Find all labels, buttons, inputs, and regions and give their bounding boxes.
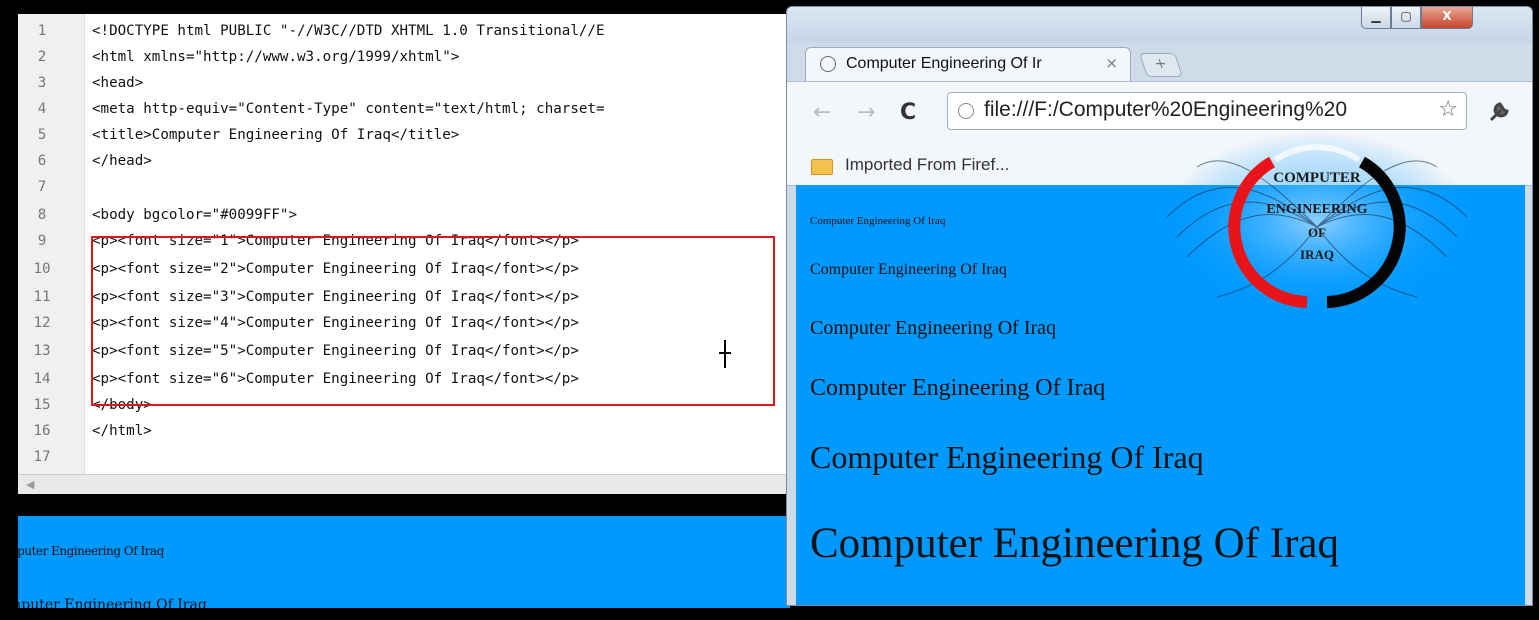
- line-number: 13: [33, 343, 51, 359]
- maximize-icon[interactable]: ▢: [1391, 7, 1421, 29]
- folder-icon[interactable]: [811, 159, 833, 175]
- wrench-menu-icon[interactable]: [1487, 98, 1513, 130]
- line-number: 16: [33, 423, 51, 439]
- horizontal-scrollbar[interactable]: ◀: [18, 474, 790, 494]
- code-line[interactable]: 17: [18, 444, 790, 470]
- line-number: 5: [37, 127, 47, 143]
- line-number: 12: [33, 315, 51, 331]
- globe-icon: [820, 56, 836, 72]
- page-text-size-4: Computer Engineering Of Iraq: [810, 375, 1106, 401]
- preview-text-size-2: mputer Engineering Of Iraq: [18, 597, 207, 608]
- code-line[interactable]: 6 </head>: [18, 148, 790, 174]
- tab-title: Computer Engineering Of Ir: [846, 55, 1042, 72]
- title-bar: ▁ ▢ X: [787, 7, 1532, 43]
- code-text: </html>: [92, 423, 152, 439]
- code-line[interactable]: 16 </html>: [18, 418, 790, 444]
- back-arrow-icon[interactable]: ←: [813, 100, 831, 125]
- code-line[interactable]: 1 <!DOCTYPE html PUBLIC "-//W3C//DTD XHTM…: [18, 18, 790, 44]
- code-text: <head>: [92, 75, 144, 91]
- logo-text-line2: ENGINEERING: [1266, 202, 1367, 217]
- page-text-size-3: Computer Engineering Of Iraq: [810, 317, 1057, 339]
- close-icon[interactable]: X: [1421, 7, 1473, 29]
- code-line[interactable]: 3 <head>: [18, 70, 790, 96]
- line-number: 3: [37, 75, 47, 91]
- code-line[interactable]: 2 <html xmlns="http://www.w3.org/1999/xht…: [18, 44, 790, 70]
- code-text: <body bgcolor="#0099FF">: [92, 207, 297, 223]
- design-preview-pane: nputer Engineering Of Iraq mputer Engine…: [18, 516, 790, 608]
- browser-tab[interactable]: Computer Engineering Of Ir ×: [805, 47, 1131, 81]
- logo-text-line4: IRAQ: [1300, 247, 1334, 262]
- minimize-icon[interactable]: ▁: [1361, 7, 1391, 29]
- logo-text-line3: OF: [1308, 225, 1326, 240]
- code-text: <!DOCTYPE html PUBLIC "-//W3C//DTD XHTML…: [92, 23, 605, 39]
- browser-window: ▁ ▢ X Computer Engineering Of Ir × + ← →…: [786, 6, 1533, 606]
- code-text: <meta http-equiv="Content-Type" content=…: [92, 101, 605, 117]
- code-text: <html xmlns="http://www.w3.org/1999/xhtm…: [92, 49, 460, 65]
- reload-icon[interactable]: C: [900, 100, 916, 125]
- preview-text-size-1: nputer Engineering Of Iraq: [18, 544, 164, 558]
- line-number: 9: [37, 233, 47, 249]
- line-number: 7: [37, 179, 47, 195]
- page-text-size-2: Computer Engineering Of Iraq: [810, 261, 1007, 278]
- code-text: <title>Computer Engineering Of Iraq</tit…: [92, 127, 460, 143]
- computer-engineering-logo: COMPUTER ENGINEERING OF IRAQ: [1157, 127, 1477, 327]
- line-number: 17: [33, 449, 51, 465]
- page-text-size-5: Computer Engineering Of Iraq: [810, 439, 1204, 475]
- address-bar[interactable]: file:///F:/Computer%20Engineering%20 ☆: [947, 92, 1467, 130]
- url-text[interactable]: file:///F:/Computer%20Engineering%20: [984, 98, 1434, 122]
- line-number: 1: [37, 23, 47, 39]
- line-number: 15: [33, 397, 51, 413]
- page-info-icon[interactable]: [958, 103, 974, 119]
- code-line[interactable]: 5 <title>Computer Engineering Of Iraq</ti…: [18, 122, 790, 148]
- scroll-left-icon[interactable]: ◀: [26, 478, 34, 491]
- code-text: </head>: [92, 153, 152, 169]
- code-line[interactable]: 7: [18, 174, 790, 200]
- logo-text-line1: COMPUTER: [1273, 170, 1361, 186]
- bookmark-folder-imported[interactable]: Imported From Firef...: [845, 155, 1009, 175]
- logo-wings-icon: COMPUTER ENGINEERING OF IRAQ: [1162, 132, 1472, 312]
- code-editor[interactable]: 1 <!DOCTYPE html PUBLIC "-//W3C//DTD XHTM…: [18, 14, 790, 494]
- code-line[interactable]: 8 <body bgcolor="#0099FF">: [18, 202, 790, 228]
- line-number: 8: [37, 207, 47, 223]
- line-number: 4: [37, 101, 47, 117]
- line-number: 2: [37, 49, 47, 65]
- text-cursor: [719, 340, 731, 368]
- code-line[interactable]: 4 <meta http-equiv="Content-Type" content…: [18, 96, 790, 122]
- page-text-size-1: Computer Engineering Of Iraq: [810, 215, 946, 227]
- line-number: 11: [33, 289, 51, 305]
- page-text-size-6: Computer Engineering Of Iraq: [810, 520, 1339, 567]
- line-number: 10: [33, 261, 51, 277]
- new-tab-button[interactable]: +: [1139, 53, 1183, 77]
- line-number: 6: [37, 153, 47, 169]
- forward-arrow-icon[interactable]: →: [857, 100, 875, 125]
- selection-highlight-box: [91, 236, 775, 406]
- tab-close-icon[interactable]: ×: [1105, 54, 1118, 72]
- bookmark-star-icon[interactable]: ☆: [1438, 97, 1458, 122]
- line-number: 14: [33, 371, 51, 387]
